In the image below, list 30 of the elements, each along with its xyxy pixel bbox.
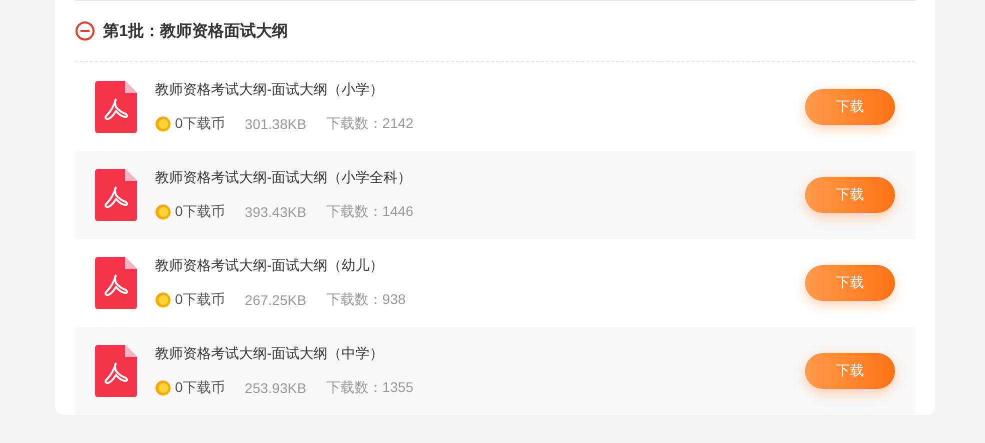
download-cost: 0下载币: [175, 203, 225, 221]
file-size: 267.25KB: [244, 292, 306, 308]
file-title: 教师资格考试大纲-面试大纲（小学全科）: [155, 169, 413, 187]
file-size: 253.93KB: [244, 380, 306, 396]
file-title: 教师资格考试大纲-面试大纲（小学）: [155, 81, 385, 99]
download-cost: 0下载币: [175, 291, 225, 309]
download-button[interactable]: 下载: [805, 177, 895, 213]
file-size: 301.38KB: [244, 116, 306, 132]
file-title: 教师资格考试大纲-面试大纲（中学）: [155, 345, 385, 363]
pdf-file-icon: [95, 81, 137, 133]
pdf-file-icon: [95, 345, 137, 397]
coin-icon: [155, 116, 171, 132]
pdf-file-icon: [95, 257, 137, 309]
download-count: 下载数：2142: [326, 115, 414, 133]
pdf-file-icon: [95, 169, 137, 221]
download-count: 下载数：938: [326, 291, 406, 309]
coin-icon: [155, 380, 171, 396]
download-button[interactable]: 下载: [805, 89, 895, 125]
file-title: 教师资格考试大纲-面试大纲（幼儿）: [155, 257, 385, 275]
download-count: 下载数：1355: [326, 379, 414, 397]
coin-icon: [155, 204, 171, 220]
file-size: 393.43KB: [244, 204, 306, 220]
collapse-icon[interactable]: [75, 21, 95, 41]
download-button[interactable]: 下载: [805, 265, 895, 301]
download-count: 下载数：1446: [326, 203, 414, 221]
download-cost: 0下载币: [175, 379, 225, 397]
coin-icon: [155, 292, 171, 308]
download-cost: 0下载币: [175, 115, 225, 133]
download-button[interactable]: 下载: [805, 353, 895, 389]
section-title: 第1批：教师资格面试大纲: [103, 22, 288, 42]
